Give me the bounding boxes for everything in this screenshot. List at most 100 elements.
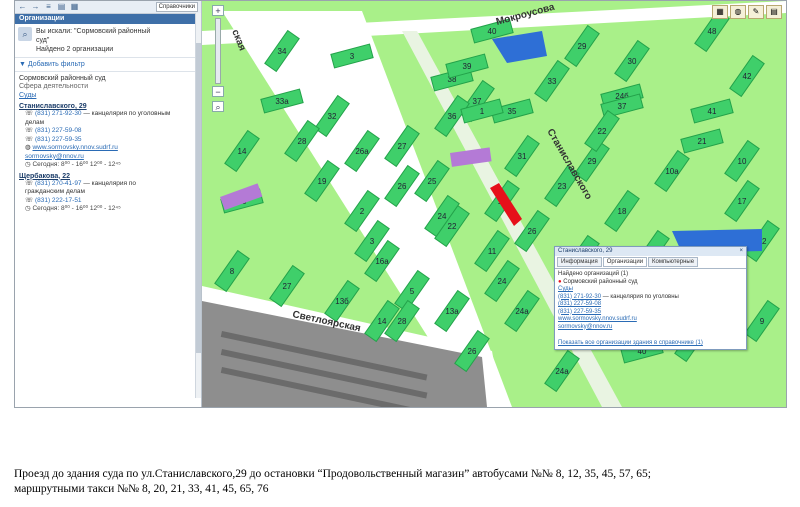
phone-number[interactable]: (831) 270-41-97 xyxy=(35,180,82,187)
building-number: 26 xyxy=(398,182,407,191)
caption-line-1: Проезд до здания суда по ул.Станиславско… xyxy=(14,468,651,480)
tab-organizations[interactable]: Организации xyxy=(602,257,648,267)
map-building[interactable]: 17 xyxy=(724,179,760,223)
popup-org-name[interactable]: Сормовский районный суд xyxy=(563,279,637,285)
magnifier-icon[interactable]: ⌕ xyxy=(212,101,224,112)
grid-icon[interactable]: ▦ xyxy=(70,3,79,11)
website-line: ◍ www.sormovsky.nnov.sudrf.ru xyxy=(15,144,201,153)
building-number: 3 xyxy=(370,237,375,246)
phone-line: ☏ (831) 227-59-35 xyxy=(15,136,201,145)
globe-icon[interactable]: ◍ xyxy=(730,5,746,19)
building-number: 27 xyxy=(398,142,407,151)
list-icon[interactable]: ≡ xyxy=(44,3,53,11)
zoom-control: + − ⌕ xyxy=(212,5,224,112)
add-filter-label: Добавить фильтр xyxy=(27,61,85,68)
map-building[interactable]: 30 xyxy=(614,39,650,83)
popup-category-link[interactable]: Суды xyxy=(558,286,743,294)
sidebar-scrollbar[interactable] xyxy=(195,13,201,398)
building-number: 29 xyxy=(578,42,587,51)
map-building[interactable]: 9 xyxy=(744,299,780,343)
building-number: 33a xyxy=(275,97,289,106)
popup-phone[interactable]: (831) 271-92-30 xyxy=(558,294,601,300)
popup-website[interactable]: www.sormovsky.nnov.sudrf.ru xyxy=(558,316,743,324)
building-number: 1 xyxy=(480,107,485,116)
hours-text: Сегодня: 8⁰⁰ - 16⁰⁰ 12⁰⁰ - 12⁴⁵ xyxy=(32,161,121,168)
building-number: 36 xyxy=(448,112,457,121)
directories-dropdown[interactable]: Справочники xyxy=(155,2,198,12)
popup-body: Найдено организаций (1) ● Сормовский рай… xyxy=(555,269,746,333)
close-icon[interactable]: × xyxy=(739,247,743,256)
phone-number[interactable]: (831) 227-59-35 xyxy=(35,136,82,143)
map-building[interactable]: 14 xyxy=(224,129,260,173)
layers-icon[interactable]: ▦ xyxy=(712,5,728,19)
phone-number[interactable]: (831) 271-92-30 xyxy=(35,110,82,117)
map-building[interactable]: 10a xyxy=(654,149,690,193)
map-building[interactable]: 29 xyxy=(564,24,600,68)
address-link-1[interactable]: Станиславского, 29 xyxy=(15,100,201,110)
add-filter-link[interactable]: ▼ Добавить фильтр xyxy=(15,58,201,72)
email-link[interactable]: sormovsky@nnov.ru xyxy=(25,153,84,160)
map-building[interactable]: 8 xyxy=(214,249,250,293)
address-link-2[interactable]: Щербакова, 22 xyxy=(15,170,201,180)
building-number: 32 xyxy=(328,112,337,121)
building-number: 22 xyxy=(598,127,607,136)
tab-information[interactable]: Информация xyxy=(557,257,602,267)
scrollbar-thumb[interactable] xyxy=(196,43,201,353)
map-building[interactable]: 24a xyxy=(504,289,540,333)
building-number: 28 xyxy=(298,137,307,146)
show-all-orgs-link[interactable]: Показать все организации здания в справо… xyxy=(558,340,703,346)
building-number: 13б xyxy=(335,297,349,306)
building-number: 34 xyxy=(278,47,287,56)
map-building[interactable]: 41 xyxy=(690,98,734,124)
map-application-window: ← → ≡ ▤ ▦ Справочники Организации ⌕ Вы и… xyxy=(14,0,787,408)
building-number: 28 xyxy=(398,317,407,326)
forward-icon[interactable]: → xyxy=(31,3,40,11)
phone-number[interactable]: (831) 227-59-08 xyxy=(35,127,82,134)
building-number: 17 xyxy=(738,197,747,206)
email-line: sormovsky@nnov.ru xyxy=(15,153,201,162)
popup-title: Станиславского, 29 × xyxy=(555,247,746,256)
activity-value-link[interactable]: Суды xyxy=(15,91,201,100)
org-name[interactable]: Сормовский районный суд xyxy=(15,72,201,82)
tab-computer[interactable]: Компьютерные xyxy=(648,257,699,267)
building-number: 14 xyxy=(238,147,247,156)
zoom-slider[interactable] xyxy=(215,18,221,84)
building-number: 16a xyxy=(375,257,389,266)
print-icon[interactable]: ▤ xyxy=(766,5,782,19)
building-number: 48 xyxy=(708,27,717,36)
phone-note: — канцелярия по xyxy=(83,179,136,187)
search-summary: ⌕ Вы искали: "Сормовский районный суд" Н… xyxy=(15,24,201,58)
map-building[interactable]: 31 xyxy=(504,134,540,178)
building-number: 5 xyxy=(410,287,415,296)
print-icon[interactable]: ▤ xyxy=(57,3,66,11)
building-number: 26a xyxy=(355,147,369,156)
popup-phone[interactable]: (831) 227-59-08 xyxy=(558,301,743,309)
popup-phone[interactable]: (831) 227-59-35 xyxy=(558,309,743,317)
map-building[interactable]: 24a xyxy=(544,349,580,393)
website-link[interactable]: www.sormovsky.nnov.sudrf.ru xyxy=(32,144,117,151)
building-number: 14 xyxy=(378,317,387,326)
zoom-out-button[interactable]: − xyxy=(212,86,224,97)
caption-line-2: маршрутными такси №№ 8, 20, 21, 33, 41, … xyxy=(14,483,269,495)
phone-number[interactable]: (831) 222-17-51 xyxy=(35,197,82,204)
ruler-icon[interactable]: ✎ xyxy=(748,5,764,19)
popup-email[interactable]: sormovsky@nnov.ru xyxy=(558,324,743,332)
building-number: 18 xyxy=(618,207,627,216)
popup-org: ● Сормовский районный суд xyxy=(558,279,743,287)
map-building[interactable]: 10 xyxy=(724,139,760,183)
map-building[interactable]: 27 xyxy=(269,264,305,308)
organizations-sidebar: ← → ≡ ▤ ▦ Справочники Организации ⌕ Вы и… xyxy=(15,1,202,407)
building-number: 26 xyxy=(528,227,537,236)
phone-line: ☏ (831) 227-59-08 xyxy=(15,127,201,136)
map-building[interactable]: 21 xyxy=(680,128,724,154)
map-view[interactable]: 34 3 38 39 37 40 30 48 42 33a 32 35 36 24б 31 29 21 28 26a… xyxy=(202,1,786,407)
map-building[interactable]: 42 xyxy=(729,54,765,98)
building-number: 13a xyxy=(445,307,459,316)
zoom-in-button[interactable]: + xyxy=(212,5,224,16)
map-building[interactable]: 33 xyxy=(534,59,570,103)
phone-line: ☏ (831) 270-41-97 — канцелярия по xyxy=(15,180,201,189)
building-number: 27 xyxy=(283,282,292,291)
map-building[interactable]: 18 xyxy=(604,189,640,233)
phone-icon: ☏ xyxy=(25,135,35,143)
back-icon[interactable]: ← xyxy=(18,3,27,11)
